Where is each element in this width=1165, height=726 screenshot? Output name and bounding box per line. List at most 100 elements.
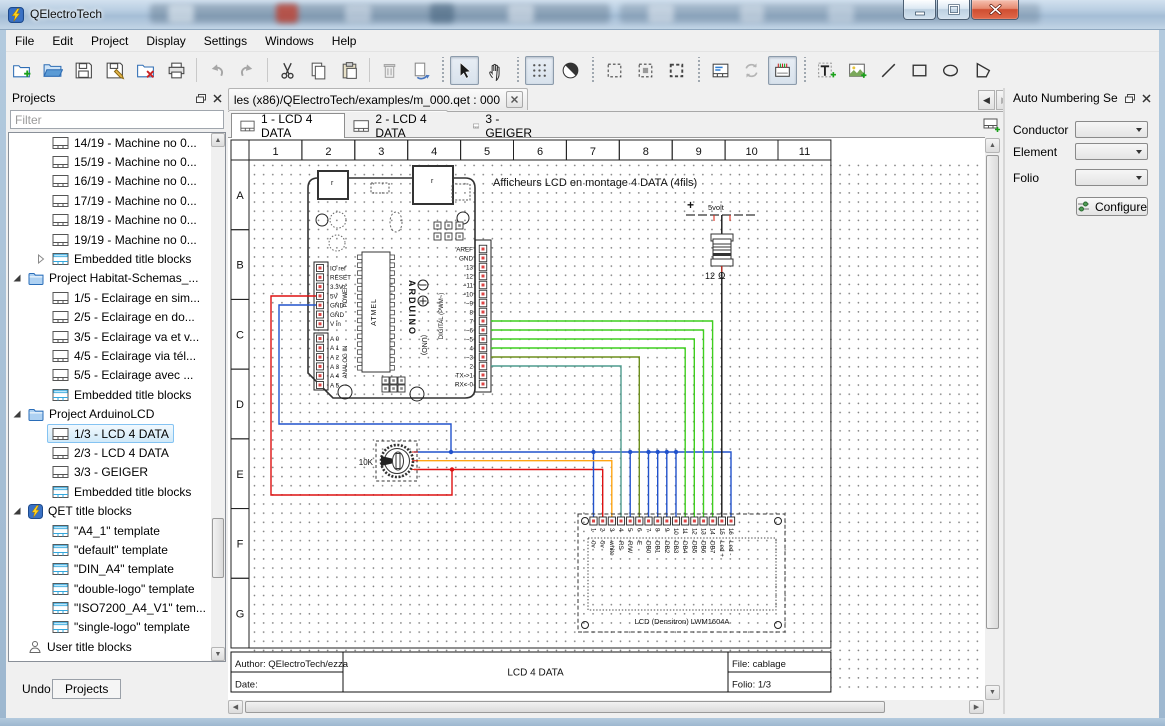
- toolbar-handle[interactable]: [440, 57, 445, 83]
- tree-item-body[interactable]: Project Habitat-Schemas_...: [23, 269, 203, 288]
- tree-item[interactable]: Embedded title blocks: [9, 249, 225, 268]
- tree-item-body[interactable]: "default" template: [47, 540, 173, 559]
- tree-item-body[interactable]: 2/5 - Eclairage en do...: [47, 308, 200, 327]
- expand-arrow-icon[interactable]: [35, 254, 47, 264]
- title-block[interactable]: Author: QElectroTech/ezza Date: LCD 4 DA…: [231, 652, 831, 692]
- tree-item[interactable]: 3/3 - GEIGER: [9, 463, 225, 482]
- select-invert-icon[interactable]: [662, 56, 691, 85]
- add-rectangle-icon[interactable]: [905, 56, 934, 85]
- display-color-icon[interactable]: [556, 56, 585, 85]
- add-ellipse-icon[interactable]: [936, 56, 965, 85]
- tree-item-body[interactable]: 3/5 - Eclairage va et v...: [47, 327, 204, 346]
- tree-item[interactable]: 1/3 - LCD 4 DATA: [9, 424, 225, 443]
- menu-help[interactable]: Help: [323, 31, 366, 51]
- tree-item[interactable]: 2/5 - Eclairage en do...: [9, 308, 225, 327]
- redo-icon[interactable]: [233, 56, 262, 85]
- tree-item[interactable]: "single-logo" template: [9, 618, 225, 637]
- close-project-icon[interactable]: [131, 56, 160, 85]
- open-project-icon[interactable]: [38, 56, 67, 85]
- add-text-icon[interactable]: [812, 56, 841, 85]
- tree-item[interactable]: 14/19 - Machine no 0...: [9, 133, 225, 152]
- tree-item-body[interactable]: 1/5 - Eclairage en sim...: [47, 288, 205, 307]
- folio-dropdown[interactable]: [1075, 169, 1148, 186]
- tree-item[interactable]: "default" template: [9, 540, 225, 559]
- tree-item[interactable]: Embedded title blocks: [9, 482, 225, 501]
- tree-item-body[interactable]: "A4_1" template: [47, 521, 165, 540]
- folio-tab[interactable]: 2 - LCD 4 DATA: [345, 114, 465, 137]
- canvas-hscrollbar-thumb[interactable]: [245, 701, 885, 713]
- tree-item-body[interactable]: 4/5 - Eclairage via tél...: [47, 346, 201, 365]
- select-mode-icon[interactable]: [450, 56, 479, 85]
- canvas-vscrollbar-thumb[interactable]: [986, 155, 999, 629]
- canvas-vscrollbar[interactable]: ▲ ▼: [985, 138, 1000, 700]
- tree-item[interactable]: 2/3 - LCD 4 DATA: [9, 443, 225, 462]
- tree-item-body[interactable]: Embedded title blocks: [47, 482, 196, 501]
- undo-icon[interactable]: [202, 56, 231, 85]
- menu-windows[interactable]: Windows: [256, 31, 323, 51]
- print-icon[interactable]: [162, 56, 191, 85]
- rotate-icon[interactable]: [737, 56, 766, 85]
- tree-item-body[interactable]: "single-logo" template: [47, 618, 195, 637]
- tree-item[interactable]: 4/5 - Eclairage via tél...: [9, 346, 225, 365]
- new-project-icon[interactable]: [7, 56, 36, 85]
- copy-icon[interactable]: [304, 56, 333, 85]
- tree-item[interactable]: Project ArduinoLCD: [9, 404, 225, 423]
- tab-scroll-left-icon[interactable]: ◀: [978, 90, 995, 110]
- tree-item-body[interactable]: "ISO7200_A4_V1" tem...: [47, 599, 211, 618]
- collapse-arrow-icon[interactable]: [11, 273, 23, 283]
- toolbar-handle[interactable]: [515, 57, 520, 83]
- scroll-down-icon[interactable]: ▼: [985, 685, 1000, 700]
- document-tab[interactable]: 000 : C:/Program Files (x86)/QElectroTec…: [228, 88, 528, 110]
- tree-item-body[interactable]: 19/19 - Machine no 0...: [47, 230, 202, 249]
- collapse-arrow-icon[interactable]: [11, 506, 23, 516]
- folio-tab[interactable]: 1 - LCD 4 DATA: [231, 113, 345, 138]
- tree-item[interactable]: 15/19 - Machine no 0...: [9, 152, 225, 171]
- menu-project[interactable]: Project: [82, 31, 137, 51]
- tree-item-body[interactable]: "double-logo" template: [47, 579, 200, 598]
- tree-item-body[interactable]: 2/3 - LCD 4 DATA: [47, 443, 174, 462]
- menu-display[interactable]: Display: [137, 31, 194, 51]
- canvas-hscrollbar[interactable]: ◀ ▶: [228, 700, 1000, 714]
- paste-special-icon[interactable]: [406, 56, 435, 85]
- tree-item-body[interactable]: 3/3 - GEIGER: [47, 463, 153, 482]
- tree-item[interactable]: "DIN_A4" template: [9, 560, 225, 579]
- schematic-canvas[interactable]: 1234567891011ABCDEFG Afficheurs LCD en m…: [228, 138, 985, 700]
- menu-settings[interactable]: Settings: [195, 31, 256, 51]
- select-all-icon[interactable]: [631, 56, 660, 85]
- scroll-left-icon[interactable]: ◀: [228, 700, 243, 714]
- grid-icon[interactable]: [525, 56, 554, 85]
- tree-item-body[interactable]: "DIN_A4" template: [47, 560, 179, 579]
- paste-icon[interactable]: [335, 56, 364, 85]
- folio-list-icon[interactable]: [706, 56, 735, 85]
- float-panel-icon[interactable]: [196, 94, 206, 103]
- minimize-button[interactable]: [903, 0, 936, 20]
- tree-item[interactable]: Project Habitat-Schemas_...: [9, 269, 225, 288]
- tree-item[interactable]: "A4_1" template: [9, 521, 225, 540]
- conductor-dropdown[interactable]: [1075, 121, 1148, 138]
- tree-item-body[interactable]: 1/3 - LCD 4 DATA: [47, 424, 174, 443]
- toolbar-handle[interactable]: [802, 57, 807, 83]
- dock-tab-projects[interactable]: Projects: [52, 679, 121, 699]
- menu-edit[interactable]: Edit: [43, 31, 82, 51]
- close-panel-icon[interactable]: [213, 94, 222, 103]
- tree-item[interactable]: "ISO7200_A4_V1" tem...: [9, 598, 225, 617]
- tree-item[interactable]: 17/19 - Machine no 0...: [9, 191, 225, 210]
- delete-icon[interactable]: [375, 56, 404, 85]
- tree-item-body[interactable]: Embedded title blocks: [47, 385, 196, 404]
- tree-item-body[interactable]: 18/19 - Machine no 0...: [47, 211, 202, 230]
- save-as-icon[interactable]: [100, 56, 129, 85]
- save-icon[interactable]: [69, 56, 98, 85]
- tree-item-body[interactable]: QET title blocks: [23, 502, 137, 521]
- tab-close-icon[interactable]: [506, 91, 523, 108]
- tree-scrollbar[interactable]: ▲ ▼: [211, 133, 225, 661]
- tree-item[interactable]: 5/5 - Eclairage avec ...: [9, 366, 225, 385]
- conductor-default-icon[interactable]: [768, 56, 797, 85]
- element-dropdown[interactable]: [1075, 143, 1148, 160]
- tree-item-body[interactable]: Embedded title blocks: [47, 250, 196, 269]
- tree-item-body[interactable]: 14/19 - Machine no 0...: [47, 133, 202, 152]
- add-image-icon[interactable]: [843, 56, 872, 85]
- tree-item-body[interactable]: User title blocks: [23, 637, 137, 656]
- tree-item[interactable]: 1/5 - Eclairage en sim...: [9, 288, 225, 307]
- pan-mode-icon[interactable]: [481, 56, 510, 85]
- cut-icon[interactable]: [273, 56, 302, 85]
